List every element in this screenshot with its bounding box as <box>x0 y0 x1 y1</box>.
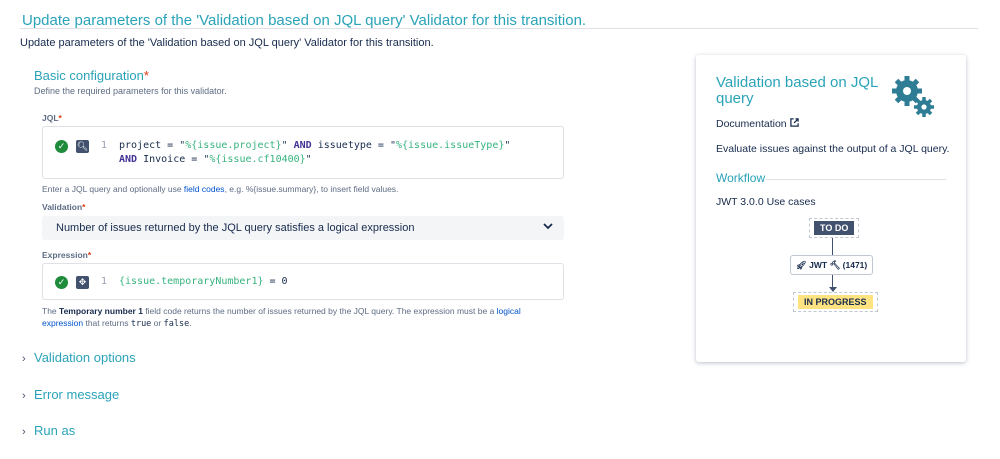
jql-token: AND <box>119 154 144 165</box>
check-circle-icon: ✓ <box>55 276 68 289</box>
required-mark: * <box>82 202 86 212</box>
line-number: 1 <box>101 276 108 287</box>
jql-help-prefix: Enter a JQL query and optionally use <box>42 184 184 194</box>
required-mark: * <box>143 68 149 83</box>
workflow-connector <box>832 275 833 287</box>
expression-label: Expression* <box>42 250 91 260</box>
chevron-right-icon: › <box>22 353 26 365</box>
transition-label: JWT <box>809 260 828 270</box>
expression-code: {issue.temporaryNumber1} = 0 <box>119 276 288 287</box>
validation-options-label: Validation options <box>34 350 136 365</box>
documentation-link[interactable]: Documentation <box>716 118 799 130</box>
validation-selected-value: Number of issues returned by the JQL que… <box>56 222 415 234</box>
expr-help-4: or <box>151 318 164 328</box>
gears-icon <box>892 76 934 117</box>
expr-help-1: The <box>42 306 60 316</box>
jql-token: issuetype = <box>317 140 390 151</box>
chevron-down-icon <box>542 220 554 235</box>
page-title: Update parameters of the 'Validation bas… <box>22 12 587 29</box>
jql-token: %{issue.issueType} <box>396 140 505 151</box>
jql-help: Enter a JQL query and optionally use fie… <box>42 183 398 195</box>
jql-token: project = <box>119 140 180 151</box>
run-as-label: Run as <box>34 423 76 438</box>
jql-token: %{issue.project} <box>185 140 282 151</box>
card-title: Validation based on JQL query <box>716 74 878 107</box>
expr-help-bold: Temporary number 1 <box>59 306 143 316</box>
validation-label-text: Validation <box>42 202 83 212</box>
jql-token: AND <box>287 140 318 151</box>
jql-line-1: project = "%{issue.project}" AND issuety… <box>119 140 510 151</box>
required-mark: * <box>58 113 62 123</box>
expression-editor[interactable]: ✓ ✥ 1 {issue.temporaryNumber1} = 0 <box>42 263 564 300</box>
jql-help-suffix: , e.g. %{issue.summary}, to insert field… <box>224 184 399 194</box>
jql-token: %{issue.cf10400} <box>209 154 306 165</box>
chevron-right-icon: › <box>22 390 26 402</box>
jql-token: " <box>305 154 312 165</box>
basic-config-label: Basic configuration <box>34 68 144 83</box>
run-as-toggle[interactable]: › Run as <box>22 423 75 438</box>
expression-help: The Temporary number 1 field code return… <box>42 305 562 330</box>
info-card: Validation based on JQL query Documentat… <box>696 55 966 362</box>
expression-operator: = 0 <box>263 276 288 287</box>
status-in-progress-label: IN PROGRESS <box>798 295 873 309</box>
field-codes-link[interactable]: field codes <box>184 184 225 194</box>
expr-help-2: field code returns the number of issues … <box>142 306 497 316</box>
check-circle-icon: ✓ <box>55 140 68 153</box>
jql-line-2: AND Invoice = "%{issue.cf10400}" <box>119 154 312 165</box>
hammer-icon: 🔨︎ <box>829 260 841 270</box>
expression-icon[interactable]: ✥ <box>76 276 89 289</box>
validation-select[interactable]: Number of issues returned by the JQL que… <box>42 216 564 240</box>
error-message-label: Error message <box>34 387 120 402</box>
jql-token: " <box>504 140 511 151</box>
workflow-subtitle: JWT 3.0.0 Use cases <box>716 196 816 208</box>
jql-token: Invoice = <box>143 154 204 165</box>
expr-help-5: . <box>189 318 192 328</box>
basic-config-title: Basic configuration* <box>34 68 149 83</box>
required-mark: * <box>87 250 92 260</box>
card-description: Evaluate issues against the output of a … <box>716 143 950 155</box>
external-link-icon <box>789 118 799 130</box>
jql-editor[interactable]: ✓ 🔍︎ 1 project = " %{issue.project} " AND … <box>42 126 564 179</box>
validation-options-toggle[interactable]: › Validation options <box>22 350 136 365</box>
workflow-connector <box>832 238 833 255</box>
transition-count: (1471) <box>842 260 868 270</box>
transition-box: 🚀︎ JWT 🔨︎ (1471) <box>790 255 874 275</box>
line-number: 1 <box>101 140 108 151</box>
documentation-label: Documentation <box>716 118 787 130</box>
status-in-progress: IN PROGRESS <box>793 292 878 312</box>
error-message-toggle[interactable]: › Error message <box>22 387 119 402</box>
intro-text: Update parameters of the 'Validation bas… <box>20 37 434 49</box>
validation-label: Validation* <box>42 202 85 212</box>
basic-config-subtitle: Define the required parameters for this … <box>34 86 227 96</box>
workflow-title: Workflow <box>716 171 766 185</box>
workflow-divider <box>766 179 946 180</box>
title-divider <box>20 28 978 29</box>
jql-label: JQL* <box>42 113 62 123</box>
expression-label-text: Expression <box>42 250 88 260</box>
search-icon[interactable]: 🔍︎ <box>76 140 89 153</box>
rocket-icon: 🚀︎ <box>796 260 807 270</box>
expr-help-true: true <box>130 319 152 329</box>
expr-help-3: that returns <box>83 318 131 328</box>
expression-field-code: {issue.temporaryNumber1} <box>119 276 264 287</box>
status-todo-label: TO DO <box>814 221 855 235</box>
status-todo: TO DO <box>809 218 860 238</box>
chevron-right-icon: › <box>22 426 26 438</box>
jql-label-text: JQL <box>42 113 59 123</box>
expr-help-false: false <box>163 319 190 329</box>
